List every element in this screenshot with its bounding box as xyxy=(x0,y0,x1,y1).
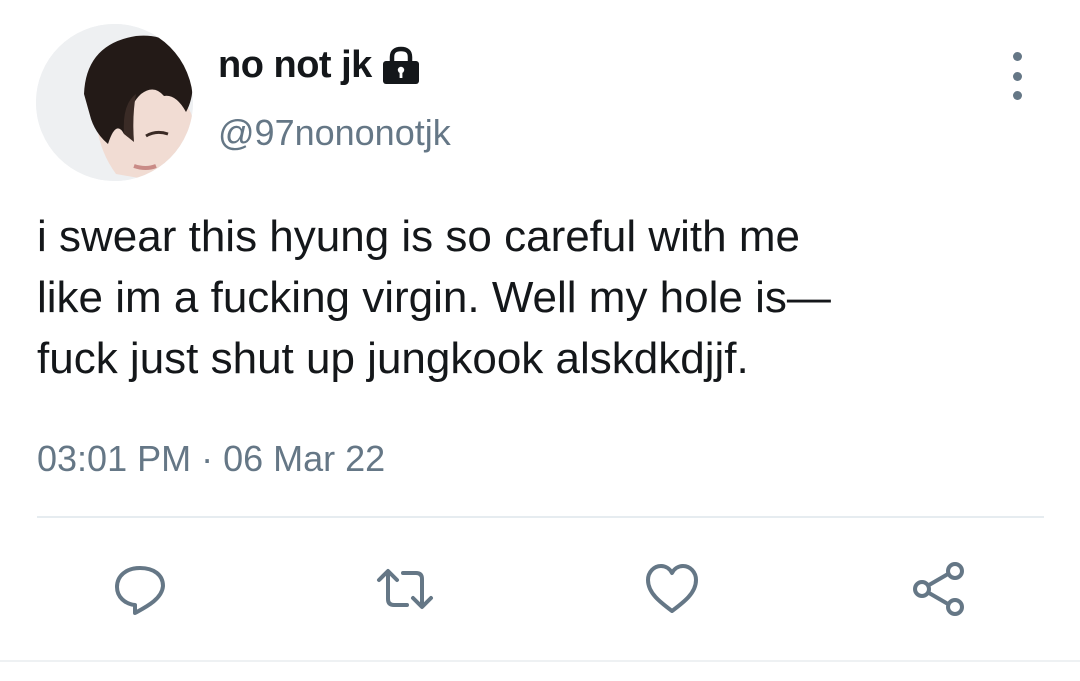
like-button[interactable] xyxy=(639,556,705,622)
more-options-button[interactable] xyxy=(1000,52,1034,100)
user-handle[interactable]: @97nononotjk xyxy=(218,112,451,154)
display-name-row: no not jk xyxy=(218,44,422,87)
share-icon xyxy=(913,562,964,616)
tweet-card: no not jk @97nononotjk i swear this hyun… xyxy=(0,0,1080,681)
reply-button[interactable] xyxy=(107,556,173,622)
reply-icon xyxy=(115,566,165,615)
share-button[interactable] xyxy=(906,556,972,622)
bottom-divider xyxy=(0,660,1080,662)
retweet-button[interactable] xyxy=(372,556,438,622)
retweet-icon xyxy=(377,569,433,609)
display-name[interactable]: no not jk xyxy=(218,44,372,87)
avatar[interactable] xyxy=(36,24,193,181)
divider xyxy=(37,516,1044,518)
tweet-text: i swear this hyung is so careful with me… xyxy=(37,212,831,383)
timestamp-separator: · xyxy=(201,438,214,479)
tweet-timestamp[interactable]: 03:01 PM · 06 Mar 22 xyxy=(37,438,385,480)
tweet-date: 06 Mar 22 xyxy=(223,438,386,479)
more-dot xyxy=(1012,91,1022,100)
avatar-image xyxy=(36,24,193,181)
heart-icon xyxy=(646,564,698,613)
lock-icon xyxy=(382,46,419,84)
more-dot xyxy=(1012,71,1022,81)
more-dot xyxy=(1012,52,1022,61)
tweet-time: 03:01 PM xyxy=(37,438,192,479)
